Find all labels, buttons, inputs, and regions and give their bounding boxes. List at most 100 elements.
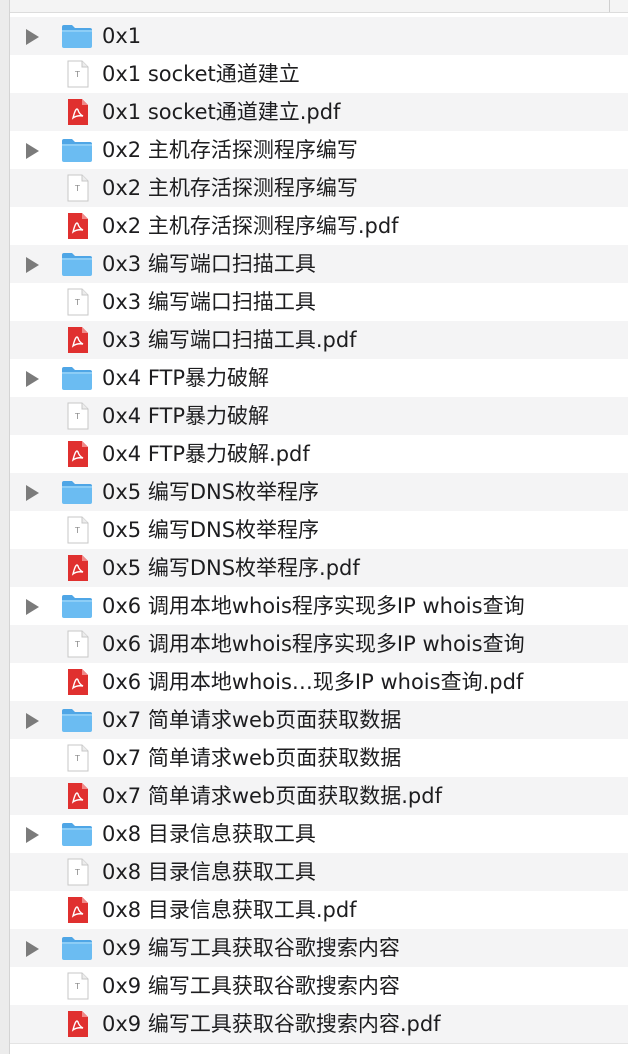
disclosure-triangle-icon[interactable] — [26, 941, 39, 957]
item-name: 0x8 目录信息获取工具.pdf — [102, 898, 357, 922]
item-name: 0x1 socket通道建立.pdf — [102, 100, 341, 124]
file-row[interactable]: 0x1 socket通道建立.pdf — [10, 93, 628, 131]
text-document-icon: T — [60, 858, 94, 886]
pdf-document-icon — [60, 896, 94, 924]
list-bottom-edge — [10, 1043, 628, 1055]
item-name: 0x3 编写端口扫描工具.pdf — [102, 328, 357, 352]
file-row[interactable]: T 0x2 主机存活探测程序编写 — [10, 169, 628, 207]
file-row[interactable]: 0x8 目录信息获取工具.pdf — [10, 891, 628, 929]
item-name: 0x2 主机存活探测程序编写 — [102, 138, 358, 162]
file-row[interactable]: T 0x5 编写DNS枚举程序 — [10, 511, 628, 549]
item-name: 0x7 简单请求web页面获取数据 — [102, 708, 402, 732]
pdf-document-icon — [60, 440, 94, 468]
item-name: 0x4 FTP暴力破解.pdf — [102, 442, 310, 466]
text-document-icon: T — [60, 402, 94, 430]
folder-row[interactable]: 0x3 编写端口扫描工具 — [10, 245, 628, 283]
item-name: 0x3 编写端口扫描工具 — [102, 252, 316, 276]
folder-icon — [60, 364, 94, 392]
file-row[interactable]: 0x9 编写工具获取谷歌搜索内容.pdf — [10, 1005, 628, 1043]
file-row[interactable]: 0x6 调用本地whois…现多IP whois查询.pdf — [10, 663, 628, 701]
text-document-icon: T — [60, 516, 94, 544]
disclosure-triangle-icon[interactable] — [26, 371, 39, 387]
file-row[interactable]: 0x2 主机存活探测程序编写.pdf — [10, 207, 628, 245]
item-name: 0x1 — [102, 24, 142, 48]
item-name: 0x2 主机存活探测程序编写.pdf — [102, 214, 399, 238]
item-name: 0x9 编写工具获取谷歌搜索内容 — [102, 936, 400, 960]
pdf-document-icon — [60, 554, 94, 582]
folder-icon — [60, 592, 94, 620]
file-row[interactable]: 0x4 FTP暴力破解.pdf — [10, 435, 628, 473]
item-name: 0x5 编写DNS枚举程序 — [102, 480, 320, 504]
disclosure-triangle-icon[interactable] — [26, 485, 39, 501]
pdf-document-icon — [60, 1010, 94, 1038]
pdf-document-icon — [60, 326, 94, 354]
item-name: 0x2 主机存活探测程序编写 — [102, 176, 358, 200]
item-name: 0x6 调用本地whois程序实现多IP whois查询 — [102, 632, 525, 656]
item-name: 0x6 调用本地whois程序实现多IP whois查询 — [102, 594, 525, 618]
folder-icon — [60, 22, 94, 50]
folder-icon — [60, 478, 94, 506]
folder-row[interactable]: 0x5 编写DNS枚举程序 — [10, 473, 628, 511]
window-left-edge — [0, 0, 10, 1054]
disclosure-triangle-icon[interactable] — [26, 599, 39, 615]
file-row[interactable]: T 0x3 编写端口扫描工具 — [10, 283, 628, 321]
svg-text:T: T — [74, 184, 80, 193]
list-header-strip — [10, 0, 628, 13]
disclosure-triangle-icon[interactable] — [26, 143, 39, 159]
svg-text:T: T — [74, 412, 80, 421]
file-row[interactable]: 0x5 编写DNS枚举程序.pdf — [10, 549, 628, 587]
text-document-icon: T — [60, 630, 94, 658]
folder-row[interactable]: 0x4 FTP暴力破解 — [10, 359, 628, 397]
svg-text:T: T — [74, 640, 80, 649]
folder-icon — [60, 820, 94, 848]
item-name: 0x8 目录信息获取工具 — [102, 822, 316, 846]
text-document-icon: T — [60, 288, 94, 316]
item-name: 0x5 编写DNS枚举程序.pdf — [102, 556, 360, 580]
folder-row[interactable]: 0x9 编写工具获取谷歌搜索内容 — [10, 929, 628, 967]
file-row[interactable]: 0x3 编写端口扫描工具.pdf — [10, 321, 628, 359]
text-document-icon: T — [60, 174, 94, 202]
pdf-document-icon — [60, 98, 94, 126]
pdf-document-icon — [60, 782, 94, 810]
item-name: 0x4 FTP暴力破解 — [102, 404, 270, 428]
disclosure-triangle-icon[interactable] — [26, 29, 39, 45]
disclosure-triangle-icon[interactable] — [26, 257, 39, 273]
folder-icon — [60, 250, 94, 278]
pdf-document-icon — [60, 212, 94, 240]
svg-text:T: T — [74, 526, 80, 535]
file-row[interactable]: T 0x7 简单请求web页面获取数据 — [10, 739, 628, 777]
item-name: 0x7 简单请求web页面获取数据.pdf — [102, 784, 442, 808]
column-separator — [609, 0, 610, 12]
item-name: 0x1 socket通道建立 — [102, 62, 300, 86]
svg-text:T: T — [74, 754, 80, 763]
svg-text:T: T — [74, 70, 80, 79]
folder-icon — [60, 706, 94, 734]
file-row[interactable]: T 0x6 调用本地whois程序实现多IP whois查询 — [10, 625, 628, 663]
file-list: 0x1 T 0x1 socket通道建立 0x1 socket通道建立.pdf 0x2 … — [10, 17, 628, 1043]
text-document-icon: T — [60, 744, 94, 772]
item-name: 0x8 目录信息获取工具 — [102, 860, 316, 884]
text-document-icon: T — [60, 60, 94, 88]
file-row[interactable]: T 0x4 FTP暴力破解 — [10, 397, 628, 435]
item-name: 0x4 FTP暴力破解 — [102, 366, 270, 390]
item-name: 0x6 调用本地whois…现多IP whois查询.pdf — [102, 670, 524, 694]
svg-text:T: T — [74, 868, 80, 877]
text-document-icon: T — [60, 972, 94, 1000]
folder-row[interactable]: 0x6 调用本地whois程序实现多IP whois查询 — [10, 587, 628, 625]
file-row[interactable]: T 0x8 目录信息获取工具 — [10, 853, 628, 891]
folder-icon — [60, 934, 94, 962]
svg-text:T: T — [74, 982, 80, 991]
folder-row[interactable]: 0x1 — [10, 17, 628, 55]
folder-row[interactable]: 0x8 目录信息获取工具 — [10, 815, 628, 853]
folder-row[interactable]: 0x2 主机存活探测程序编写 — [10, 131, 628, 169]
file-row[interactable]: T 0x1 socket通道建立 — [10, 55, 628, 93]
disclosure-triangle-icon[interactable] — [26, 713, 39, 729]
pdf-document-icon — [60, 668, 94, 696]
folder-row[interactable]: 0x7 简单请求web页面获取数据 — [10, 701, 628, 739]
file-row[interactable]: T 0x9 编写工具获取谷歌搜索内容 — [10, 967, 628, 1005]
file-row[interactable]: 0x7 简单请求web页面获取数据.pdf — [10, 777, 628, 815]
item-name: 0x9 编写工具获取谷歌搜索内容 — [102, 974, 400, 998]
item-name: 0x9 编写工具获取谷歌搜索内容.pdf — [102, 1012, 441, 1036]
item-name: 0x7 简单请求web页面获取数据 — [102, 746, 402, 770]
disclosure-triangle-icon[interactable] — [26, 827, 39, 843]
